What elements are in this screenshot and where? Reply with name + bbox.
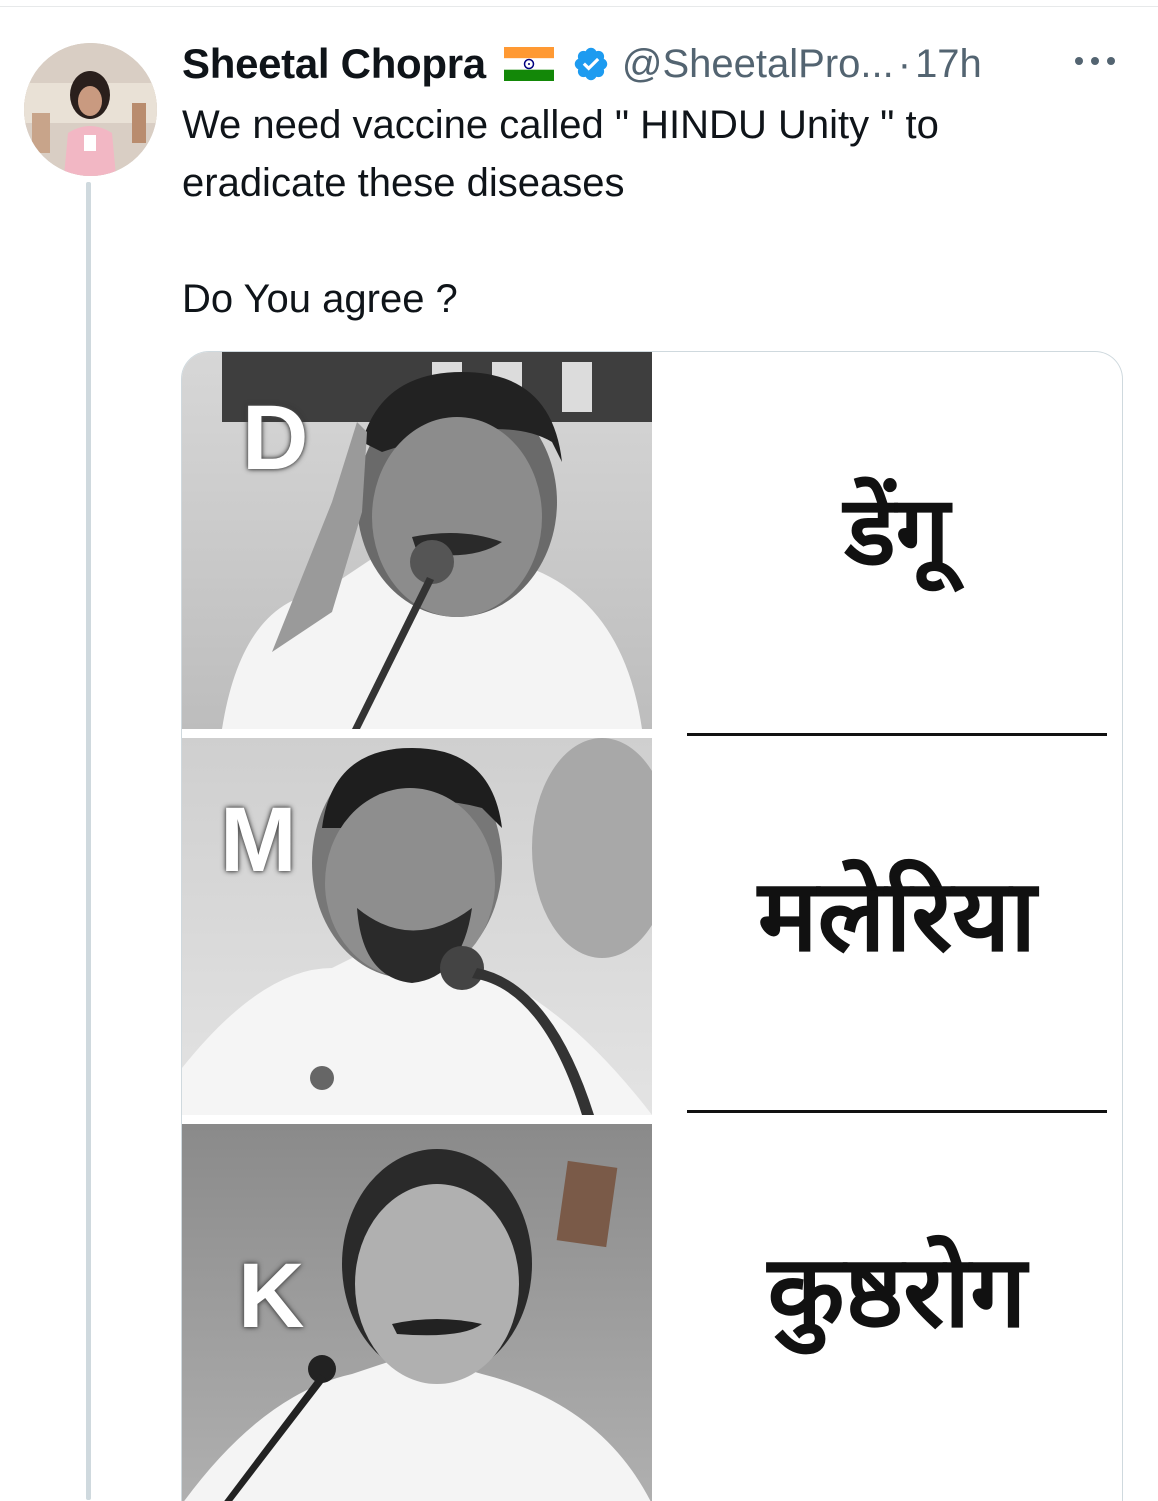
photo-panel-d: D [182,352,652,729]
photo-panel-m: M [182,738,652,1115]
tweet-text-line: Do You agree ? [182,277,458,321]
author-avatar[interactable] [24,43,157,176]
disease-word: डेंगू [844,475,950,587]
author-display-name[interactable]: Sheetal Chopra [182,40,486,88]
india-flag-icon [503,47,554,81]
disease-word: मलेरिया [757,857,1037,974]
divider-line [687,733,1107,736]
tweet-timestamp[interactable]: 17h [915,42,982,87]
separator-dot: · [897,41,912,86]
top-divider [0,6,1158,7]
panel-letter: M [220,789,297,891]
panel-letter: D [242,387,308,489]
tweet-header: Sheetal Chopra @SheetalPro... · 17h [182,38,982,90]
thread-line [86,182,91,1500]
ellipsis-icon[interactable] [1072,50,1118,72]
divider-line [687,1110,1107,1113]
disease-word: कुष्ठरोग [767,1233,1027,1350]
tweet-text: We need vaccine called " HINDU Unity " t… [182,96,1082,328]
photo-panel-k: K [182,1124,652,1501]
panel-letter: K [238,1245,304,1347]
avatar-photo [24,43,157,176]
verified-badge-icon[interactable] [572,45,610,83]
tweet-text-line: We need vaccine called " HINDU Unity " t… [182,103,939,205]
author-handle[interactable]: @SheetalPro... [622,42,894,87]
tweet-media-image[interactable]: D M K डेंगू मलेरिया कुष्ठरोग [181,351,1123,1501]
